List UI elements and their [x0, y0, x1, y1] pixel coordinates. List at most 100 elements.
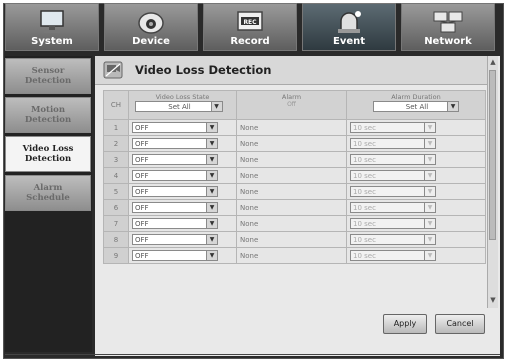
- video-loss-state-select[interactable]: OFF ▼: [132, 250, 218, 261]
- table-row: 9 OFF ▼ None 10 sec ▼: [103, 247, 486, 264]
- video-loss-state-cell: OFF ▼: [128, 247, 237, 264]
- video-loss-table: CH Video Loss State Set All ▼ Alarm Off …: [103, 90, 486, 264]
- table-row: 7 OFF ▼ None 10 sec ▼: [103, 215, 486, 232]
- alarm-cell[interactable]: None: [236, 151, 347, 168]
- table-row: 8 OFF ▼ None 10 sec ▼: [103, 231, 486, 248]
- video-loss-state-select[interactable]: OFF ▼: [132, 138, 218, 149]
- video-loss-state-select[interactable]: OFF ▼: [132, 186, 218, 197]
- svg-text:REC: REC: [243, 19, 257, 26]
- video-loss-icon: [103, 61, 123, 79]
- tab-event[interactable]: Event: [302, 3, 396, 51]
- chevron-down-icon: ▼: [424, 139, 435, 148]
- tab-system[interactable]: System: [5, 3, 99, 51]
- sidebar-item-label: Video Loss Detection: [22, 144, 74, 164]
- sidebar: Sensor Detection Motion Detection Video …: [5, 56, 92, 352]
- scroll-thumb[interactable]: [489, 70, 496, 240]
- scrollbar[interactable]: ▲ ▼: [487, 56, 498, 308]
- alarm-duration-cell: 10 sec ▼: [346, 199, 486, 216]
- alarm-duration-select[interactable]: 10 sec ▼: [350, 234, 436, 245]
- sidebar-item-alarm-schedule[interactable]: Alarm Schedule: [5, 175, 91, 211]
- video-loss-state-set-all-select[interactable]: Set All ▼: [134, 101, 223, 112]
- chevron-down-icon: ▼: [424, 235, 435, 244]
- alarm-duration-select[interactable]: 10 sec ▼: [350, 154, 436, 165]
- alarm-duration-select[interactable]: 10 sec ▼: [350, 170, 436, 181]
- tab-record[interactable]: REC Record: [203, 3, 297, 51]
- title-bar: Video Loss Detection: [95, 56, 487, 85]
- table-row: 1 OFF ▼ None 10 sec ▼: [103, 119, 486, 136]
- sidebar-item-sensor-detection[interactable]: Sensor Detection: [5, 58, 91, 94]
- video-loss-state-select[interactable]: OFF ▼: [132, 218, 218, 229]
- video-loss-state-cell: OFF ▼: [128, 167, 237, 184]
- video-loss-state-select[interactable]: OFF ▼: [132, 154, 218, 165]
- channel-cell: 1: [103, 119, 129, 136]
- video-loss-state-select[interactable]: OFF ▼: [132, 234, 218, 245]
- alarm-duration-set-all-select[interactable]: Set All ▼: [373, 101, 459, 112]
- chevron-down-icon: ▼: [206, 235, 217, 244]
- alarm-duration-select[interactable]: 10 sec ▼: [350, 202, 436, 213]
- sidebar-item-video-loss-detection[interactable]: Video Loss Detection: [5, 136, 91, 172]
- column-header-alarm: Alarm Off: [236, 90, 347, 120]
- chevron-down-icon: ▼: [424, 123, 435, 132]
- video-loss-state-cell: OFF ▼: [128, 135, 237, 152]
- chevron-down-icon: ▼: [424, 171, 435, 180]
- channel-cell: 4: [103, 167, 129, 184]
- table-row: 3 OFF ▼ None 10 sec ▼: [103, 151, 486, 168]
- chevron-down-icon: ▼: [206, 155, 217, 164]
- video-loss-state-cell: OFF ▼: [128, 151, 237, 168]
- column-header-ch: CH: [103, 90, 129, 120]
- alarm-cell[interactable]: None: [236, 215, 347, 232]
- video-loss-state-cell: OFF ▼: [128, 199, 237, 216]
- video-loss-state-cell: OFF ▼: [128, 215, 237, 232]
- scroll-down-icon[interactable]: ▼: [489, 296, 497, 304]
- alarm-duration-cell: 10 sec ▼: [346, 247, 486, 264]
- chevron-down-icon: ▼: [206, 123, 217, 132]
- chevron-down-icon: ▼: [206, 203, 217, 212]
- alarm-duration-select[interactable]: 10 sec ▼: [350, 186, 436, 197]
- chevron-down-icon: ▼: [424, 203, 435, 212]
- channel-cell: 8: [103, 231, 129, 248]
- tab-network[interactable]: Network: [401, 3, 495, 51]
- video-loss-state-cell: OFF ▼: [128, 119, 237, 136]
- chevron-down-icon: ▼: [206, 187, 217, 196]
- apply-button[interactable]: Apply: [383, 314, 427, 334]
- table-body: 1 OFF ▼ None 10 sec ▼ 2 OFF ▼ None 10 sec ▼ 3 OFF ▼ Non…: [103, 119, 486, 264]
- alarm-duration-cell: 10 sec ▼: [346, 215, 486, 232]
- video-loss-state-cell: OFF ▼: [128, 231, 237, 248]
- alarm-duration-select[interactable]: 10 sec ▼: [350, 218, 436, 229]
- alarm-cell[interactable]: None: [236, 119, 347, 136]
- chevron-down-icon: ▼: [210, 102, 222, 111]
- video-loss-state-select[interactable]: OFF ▼: [132, 202, 218, 213]
- table-row: 6 OFF ▼ None 10 sec ▼: [103, 199, 486, 216]
- scroll-up-icon[interactable]: ▲: [489, 58, 497, 66]
- alarm-duration-cell: 10 sec ▼: [346, 135, 486, 152]
- video-loss-state-cell: OFF ▼: [128, 183, 237, 200]
- alarm-duration-select[interactable]: 10 sec ▼: [350, 250, 436, 261]
- video-loss-state-select[interactable]: OFF ▼: [132, 170, 218, 181]
- alarm-cell[interactable]: None: [236, 183, 347, 200]
- table-row: 4 OFF ▼ None 10 sec ▼: [103, 167, 486, 184]
- alarm-duration-select[interactable]: 10 sec ▼: [350, 122, 436, 133]
- alarm-cell[interactable]: None: [236, 199, 347, 216]
- video-loss-state-select[interactable]: OFF ▼: [132, 122, 218, 133]
- sidebar-item-motion-detection[interactable]: Motion Detection: [5, 97, 91, 133]
- chevron-down-icon: ▼: [206, 139, 217, 148]
- tab-device[interactable]: Device: [104, 3, 198, 51]
- channel-cell: 7: [103, 215, 129, 232]
- chevron-down-icon: ▼: [206, 219, 217, 228]
- alarm-cell[interactable]: None: [236, 167, 347, 184]
- cancel-button[interactable]: Cancel: [435, 314, 485, 334]
- sidebar-item-label: Alarm Schedule: [26, 183, 70, 203]
- bottom-border: [5, 354, 500, 355]
- chevron-down-icon: ▼: [424, 219, 435, 228]
- alarm-cell[interactable]: None: [236, 231, 347, 248]
- chevron-down-icon: ▼: [424, 251, 435, 260]
- main-panel: Video Loss Detection ▲ ▼ CH Video Loss S…: [95, 56, 500, 356]
- sidebar-item-label: Motion Detection: [24, 105, 72, 125]
- chevron-down-icon: ▼: [447, 102, 458, 111]
- alarm-duration-cell: 10 sec ▼: [346, 151, 486, 168]
- channel-cell: 3: [103, 151, 129, 168]
- chevron-down-icon: ▼: [206, 251, 217, 260]
- alarm-cell[interactable]: None: [236, 247, 347, 264]
- alarm-duration-select[interactable]: 10 sec ▼: [350, 138, 436, 149]
- alarm-cell[interactable]: None: [236, 135, 347, 152]
